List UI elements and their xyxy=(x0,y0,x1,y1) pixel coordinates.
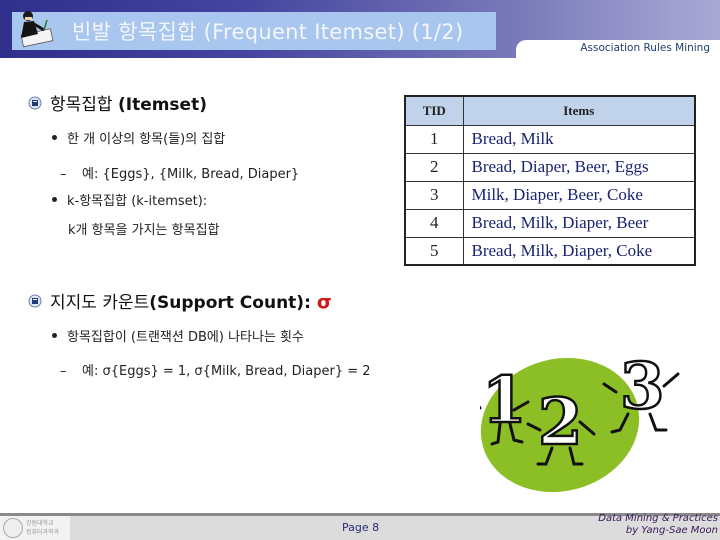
emblem-bullet-icon xyxy=(28,96,42,109)
credit-author: by Yang-Sae Moon xyxy=(625,525,718,536)
presenter-writing-icon xyxy=(20,11,54,48)
example-text: 예: {Eggs}, {Milk, Bread, Diaper} xyxy=(82,167,300,182)
footer-credit: Data Mining & Practices by Yang-Sae Moon xyxy=(598,513,718,537)
table-header-row: TID Items xyxy=(404,95,696,126)
bullet-itemset-def: 한 개 이상의 항목(들)의 집합 xyxy=(52,128,225,147)
credit-course: Data Mining & Practices xyxy=(598,513,718,524)
slide-title: 빈발 항목집합 (Frequent Itemset) (1/2) xyxy=(72,20,464,44)
header-tid: TID xyxy=(404,95,464,126)
digit-two: 2 xyxy=(538,385,583,460)
logo-line-2: 컴퓨터과학과 xyxy=(26,529,60,536)
bullet-text: k-항목집합 (k-itemset): xyxy=(67,194,208,209)
slide-subtitle: Association Rules Mining xyxy=(580,42,710,54)
section2-title-en: (Support Count): xyxy=(149,293,311,313)
section-itemset: 항목집합 (Itemset) xyxy=(28,90,207,115)
cell-items: Bread, Milk, Diaper, Coke xyxy=(462,236,696,266)
university-logo: 강원대학교 컴퓨터과학과 xyxy=(0,516,70,540)
cell-tid: 1 xyxy=(404,124,464,154)
section-support-count: 지지도 카운트(Support Count): σ xyxy=(28,288,332,313)
bullet-text: 한 개 이상의 항목(들)의 집합 xyxy=(67,132,226,147)
bullet-dot xyxy=(52,333,57,338)
bullet-support-def: 항목집합이 (트랜잭션 DB에) 나타나는 횟수 xyxy=(52,326,304,345)
bullet-dot xyxy=(52,197,57,202)
table-row: 1 Bread, Milk xyxy=(404,124,696,154)
university-seal-icon xyxy=(3,518,23,538)
dash-marker: – xyxy=(60,364,67,379)
cell-tid: 2 xyxy=(404,152,464,182)
cell-tid: 4 xyxy=(404,208,464,238)
example-itemset: – 예: {Eggs}, {Milk, Bread, Diaper} xyxy=(60,163,299,182)
section2-title-ko: 지지도 카운트 xyxy=(50,293,150,313)
cell-items: Milk, Diaper, Beer, Coke xyxy=(462,180,696,210)
dancing-numbers-clipart: 1 2 3 xyxy=(480,348,680,493)
emblem-bullet-icon xyxy=(28,294,42,307)
table-row: 3 Milk, Diaper, Beer, Coke xyxy=(404,180,696,210)
table-row: 2 Bread, Diaper, Beer, Eggs xyxy=(404,152,696,182)
bullet-text: 항목집합이 (트랜잭션 DB에) 나타나는 횟수 xyxy=(67,330,304,345)
section1-title-ko: 항목집합 xyxy=(50,95,113,115)
transaction-table: TID Items 1 Bread, Milk 2 Bread, Diaper,… xyxy=(404,95,696,266)
dash-marker: – xyxy=(60,167,67,182)
sigma-symbol: σ xyxy=(316,291,332,313)
cell-tid: 5 xyxy=(404,236,464,266)
digit-one: 1 xyxy=(482,363,527,438)
header-items: Items xyxy=(462,95,696,126)
digit-three: 3 xyxy=(620,349,665,424)
logo-text: 강원대학교 컴퓨터과학과 xyxy=(26,519,59,537)
page-number: Page 8 xyxy=(342,521,380,534)
logo-line-1: 강원대학교 xyxy=(26,520,54,527)
cell-tid: 3 xyxy=(404,180,464,210)
cell-items: Bread, Diaper, Beer, Eggs xyxy=(462,152,696,182)
section1-title-en: (Itemset) xyxy=(117,95,207,115)
k-itemset-definition: k개 항목을 가지는 항목집합 xyxy=(68,223,220,238)
bullet-dot xyxy=(52,135,57,140)
table-row: 5 Bread, Milk, Diaper, Coke xyxy=(404,236,696,266)
bullet-k-itemset: k-항목집합 (k-itemset): xyxy=(52,190,207,209)
table-row: 4 Bread, Milk, Diaper, Beer xyxy=(404,208,696,238)
cell-items: Bread, Milk xyxy=(462,124,696,154)
cell-items: Bread, Milk, Diaper, Beer xyxy=(462,208,696,238)
example-text: 예: σ{Eggs} = 1, σ{Milk, Bread, Diaper} =… xyxy=(82,364,371,379)
example-support: – 예: σ{Eggs} = 1, σ{Milk, Bread, Diaper} … xyxy=(60,360,371,379)
